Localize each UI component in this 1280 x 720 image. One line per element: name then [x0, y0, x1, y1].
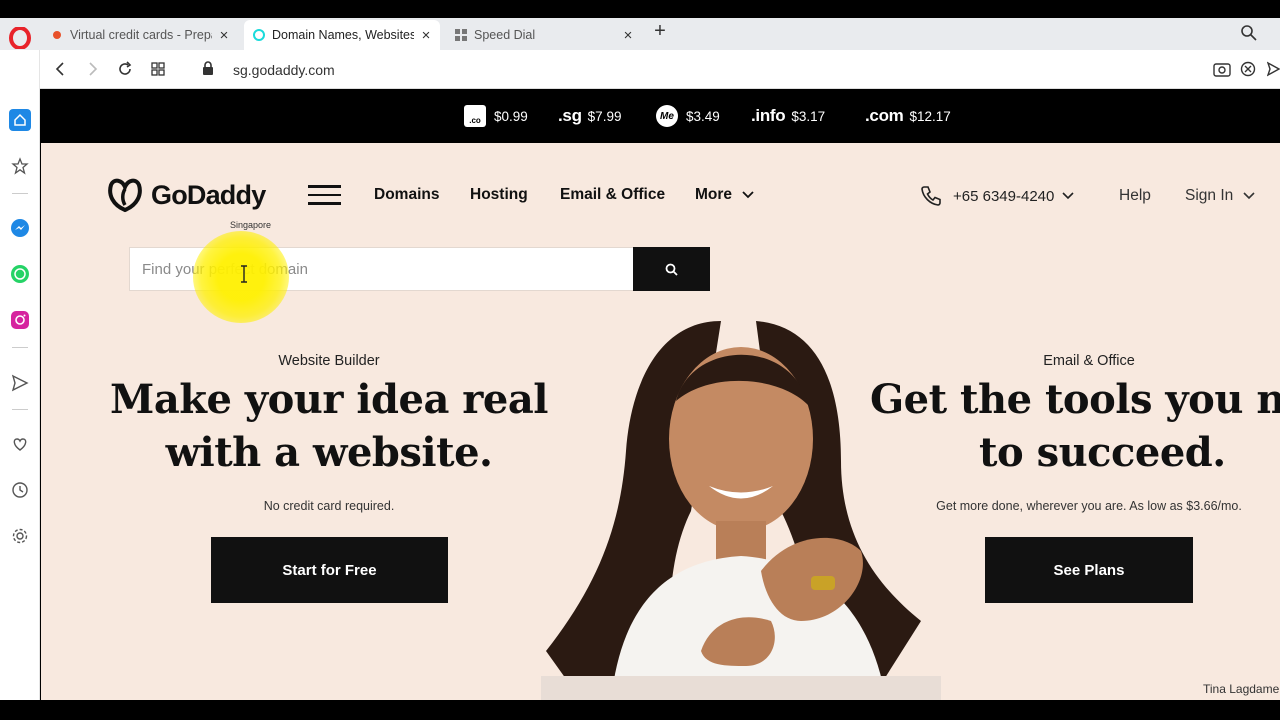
promo-item[interactable]: .sg $7.99 — [558, 89, 621, 143]
promo-tld: .info — [751, 106, 786, 125]
hero-left-kicker: Website Builder — [278, 353, 380, 369]
headline-line: to succeed. — [979, 429, 1226, 476]
promo-item[interactable]: .com $12.17 — [865, 89, 951, 143]
domain-search-button[interactable] — [633, 247, 710, 291]
whatsapp-icon[interactable] — [9, 263, 31, 285]
headline-line: with a website. — [165, 429, 493, 476]
nav-hosting[interactable]: Hosting — [470, 186, 528, 204]
nav-domains[interactable]: Domains — [374, 186, 439, 204]
co-badge-icon: .co — [464, 105, 486, 127]
sidebar-divider — [12, 193, 28, 194]
browser-tab-bar: Virtual credit cards - Prepa × Domain Na… — [0, 18, 1280, 50]
tab-favicon-icon — [253, 29, 265, 41]
promo-price: $3.17 — [791, 108, 826, 124]
tab-speed-dial[interactable]: Speed Dial × — [446, 20, 642, 50]
speed-dial-grid-icon — [455, 29, 467, 41]
godaddy-logo-icon — [108, 178, 142, 213]
promo-price: $0.99 — [494, 108, 528, 124]
instagram-icon[interactable] — [9, 309, 31, 331]
promo-price: $7.99 — [587, 108, 622, 124]
godaddy-logo[interactable]: GoDaddy — [105, 175, 266, 215]
search-icon — [665, 263, 678, 276]
tab-close-icon[interactable]: × — [418, 27, 434, 44]
share-send-icon[interactable] — [1267, 61, 1280, 77]
headline-line: Make your idea real — [110, 376, 548, 423]
hero-right-subtext: Get more done, wherever you are. As low … — [936, 499, 1242, 513]
url-field[interactable]: sg.godaddy.com — [233, 62, 335, 78]
hero-right-headline: Get the tools you nee to succeed. — [861, 373, 1280, 479]
headline-line: Get the tools you nee — [870, 376, 1280, 423]
chevron-down-icon — [1243, 192, 1255, 200]
phone-icon — [921, 186, 941, 206]
godaddy-page: .co $0.99 .sg $7.99 Me $3.49 .info $3.17… — [41, 89, 1280, 700]
star-icon[interactable] — [9, 155, 31, 177]
top-letterbox — [0, 0, 1280, 18]
promo-bar: .co $0.99 .sg $7.99 Me $3.49 .info $3.17… — [41, 89, 1280, 143]
nav-email-office[interactable]: Email & Office — [560, 186, 665, 204]
snapshot-camera-icon[interactable] — [1213, 61, 1231, 77]
promo-item[interactable]: .info $3.17 — [751, 89, 825, 143]
text-cursor-icon — [241, 265, 247, 283]
new-tab-button[interactable]: + — [650, 20, 670, 44]
logo-region: Singapore — [230, 220, 272, 230]
logo-wordmark: GoDaddy — [151, 179, 266, 210]
tab-godaddy[interactable]: Domain Names, Websites, H × — [244, 20, 440, 50]
tab-title: Virtual credit cards - Prepa — [70, 28, 212, 42]
heart-icon[interactable] — [9, 433, 31, 455]
settings-gear-icon[interactable] — [9, 525, 31, 547]
me-badge-icon: Me — [656, 105, 678, 127]
promo-item[interactable]: Me $3.49 — [656, 89, 720, 143]
send-icon[interactable] — [9, 372, 31, 394]
tab-virtual-credit-cards[interactable]: Virtual credit cards - Prepa × — [42, 20, 238, 50]
promo-price: $12.17 — [909, 108, 951, 124]
tab-favicon-icon — [53, 31, 61, 39]
promo-tld: .com — [865, 106, 904, 125]
sign-in-label: Sign In — [1185, 187, 1234, 204]
promo-tld: .sg — [558, 106, 582, 125]
back-icon[interactable] — [50, 59, 70, 79]
photo-credit: Tina Lagdame — [1203, 682, 1280, 696]
nav-more[interactable]: More — [695, 186, 754, 204]
tab-close-icon[interactable]: × — [216, 27, 232, 44]
chevron-down-icon — [742, 191, 754, 199]
start-for-free-button[interactable]: Start for Free — [211, 537, 448, 603]
tab-title: Speed Dial — [474, 28, 536, 42]
hero-left-headline: Make your idea real with a website. — [99, 373, 559, 479]
reload-icon[interactable] — [115, 59, 135, 79]
forward-icon[interactable] — [83, 59, 103, 79]
help-link[interactable]: Help — [1119, 187, 1151, 205]
nav-more-label: More — [695, 186, 733, 203]
opera-logo-icon[interactable] — [9, 27, 31, 49]
promo-item[interactable]: .co $0.99 — [464, 89, 528, 143]
messenger-icon[interactable] — [9, 217, 31, 239]
lock-icon[interactable] — [202, 61, 214, 75]
tabs-grid-icon[interactable] — [148, 59, 168, 79]
opera-sidebar — [0, 50, 40, 700]
promo-price: $3.49 — [686, 108, 720, 124]
tab-close-icon[interactable]: × — [620, 27, 636, 44]
chevron-down-icon — [1062, 192, 1074, 200]
see-plans-button[interactable]: See Plans — [985, 537, 1193, 603]
tab-search-icon[interactable] — [1240, 24, 1258, 42]
home-icon[interactable] — [9, 109, 31, 131]
hero-left-subtext: No credit card required. — [263, 499, 395, 513]
address-bar: sg.godaddy.com — [40, 50, 1280, 89]
sidebar-divider — [12, 347, 28, 348]
ad-blocker-icon[interactable] — [1240, 61, 1256, 77]
hamburger-menu-icon[interactable] — [308, 185, 341, 205]
tab-title: Domain Names, Websites, H — [272, 28, 414, 42]
phone-number: +65 6349-4240 — [953, 187, 1055, 205]
phone-contact[interactable]: +65 6349-4240 — [920, 185, 1074, 207]
sidebar-divider — [12, 409, 28, 410]
bottom-letterbox — [0, 700, 1280, 720]
history-clock-icon[interactable] — [9, 479, 31, 501]
sign-in-link[interactable]: Sign In — [1185, 187, 1255, 205]
hero-right-kicker: Email & Office — [1043, 353, 1135, 369]
